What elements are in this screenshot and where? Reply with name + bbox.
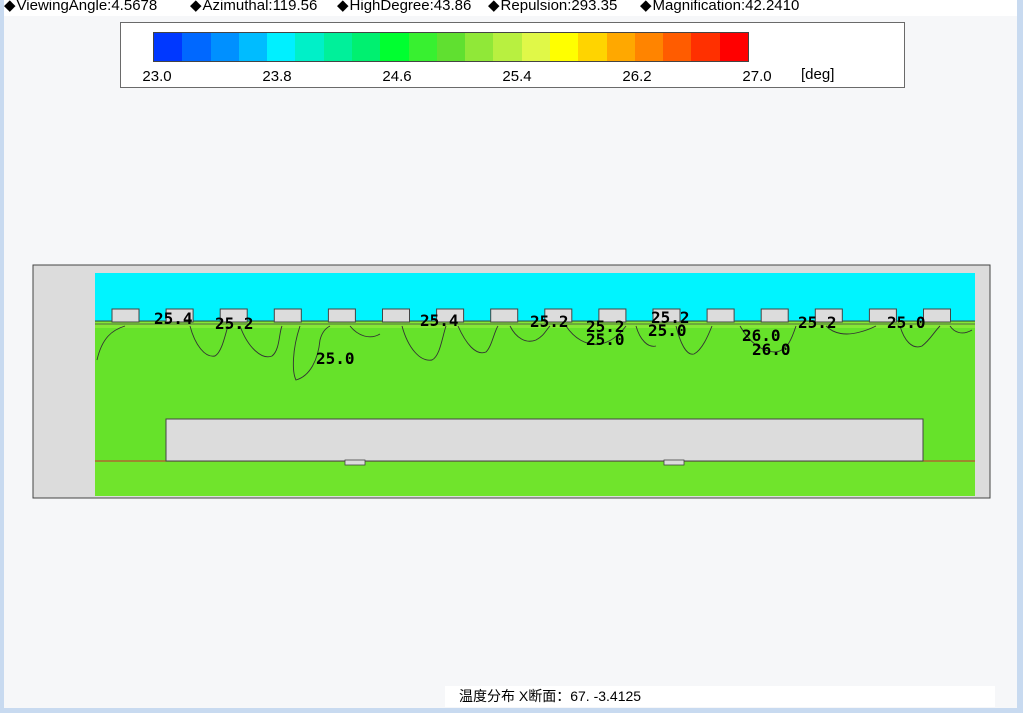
contour-label: 26.0 — [752, 340, 791, 359]
cross-section-plot: 25.4 25.2 25.0 25.4 25.2 25.2 25.0 25.2 … — [32, 264, 991, 499]
internal-body-foot — [663, 459, 685, 466]
contour-label: 25.0 — [586, 330, 625, 349]
section-caption: 温度分布 X断面：67. -3.4125 — [445, 686, 995, 707]
internal-body-foot — [344, 459, 366, 466]
rib-tooth — [111, 308, 140, 323]
internal-body — [165, 418, 924, 462]
rib-tooth — [706, 308, 735, 323]
rib-tooth — [273, 308, 302, 323]
rib-tooth — [382, 308, 410, 323]
rib-tooth — [760, 308, 789, 323]
contour-label: 25.4 — [154, 309, 193, 328]
contour-label: 25.2 — [798, 313, 837, 332]
rib-tooth — [327, 308, 356, 323]
contour-label: 25.2 — [215, 314, 254, 333]
contour-label: 25.0 — [648, 321, 687, 340]
contour-label: 25.2 — [530, 312, 569, 331]
temperature-field-bottom — [95, 462, 975, 496]
rib-tooth — [490, 308, 519, 323]
contour-label: 25.0 — [887, 313, 926, 332]
contour-label: 25.4 — [420, 311, 459, 330]
contour-label: 25.0 — [316, 349, 355, 368]
rib-tooth — [923, 308, 951, 323]
